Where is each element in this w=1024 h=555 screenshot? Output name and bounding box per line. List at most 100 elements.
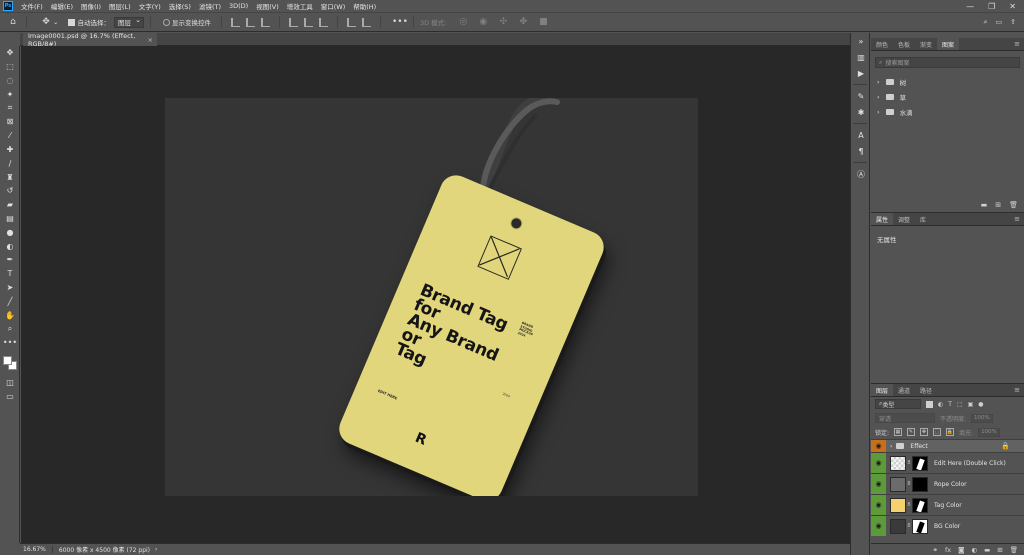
chevron-right-icon[interactable]: › bbox=[877, 78, 880, 86]
tab-patterns[interactable]: 图案 bbox=[937, 38, 960, 50]
opacity-input[interactable]: 100% bbox=[971, 413, 994, 423]
3d-scale-icon[interactable]: ■ bbox=[536, 15, 550, 29]
pattern-group-grass[interactable]: › 草 bbox=[871, 89, 1024, 104]
search-icon[interactable]: ⌕ bbox=[984, 18, 988, 27]
tab-libraries[interactable]: 库 bbox=[915, 213, 931, 225]
artboard[interactable]: BRAND STUDIO MOCKUP 2024 Brand Tag for A… bbox=[165, 98, 698, 496]
3d-roll-icon[interactable]: ◉ bbox=[476, 15, 490, 29]
filter-pixel-icon[interactable] bbox=[926, 400, 933, 408]
auto-select-dropdown[interactable]: 图层 bbox=[113, 16, 144, 28]
pattern-group-tree[interactable]: › 树 bbox=[871, 74, 1024, 89]
layer-mask-thumbnail[interactable] bbox=[912, 497, 928, 513]
layer-mask-thumbnail[interactable] bbox=[912, 455, 928, 471]
visibility-eye-icon[interactable]: ◉ bbox=[871, 495, 886, 515]
delete-layer-icon[interactable]: 🗑 bbox=[1010, 546, 1018, 554]
distribute-vertical-icon[interactable] bbox=[361, 17, 371, 27]
visibility-eye-icon[interactable]: ◉ bbox=[871, 516, 886, 536]
document-tab[interactable]: Image0001.psd @ 16.7% (Effect, RGB/8#) × bbox=[23, 32, 157, 48]
layer-row[interactable]: ◉ 8 Edit Here (Double Click) bbox=[871, 452, 1024, 473]
chevron-right-icon[interactable]: › bbox=[877, 108, 880, 116]
align-right-icon[interactable] bbox=[260, 17, 270, 27]
tab-swatches[interactable]: 色板 bbox=[893, 38, 915, 50]
align-middle-v-icon[interactable] bbox=[303, 17, 313, 27]
quick-mask-icon[interactable]: ◫ bbox=[0, 376, 20, 390]
gradient-tool-icon[interactable]: ▤ bbox=[0, 212, 20, 226]
canvas-workspace[interactable]: BRAND STUDIO MOCKUP 2024 Brand Tag for A… bbox=[21, 46, 850, 543]
glyphs-panel-icon[interactable]: Ⓐ bbox=[851, 166, 871, 182]
filter-toggle-icon[interactable]: ● bbox=[978, 401, 983, 408]
close-window-button[interactable]: ✕ bbox=[1009, 2, 1016, 11]
menu-layer[interactable]: 图层(L) bbox=[105, 1, 135, 11]
layer-filter-dropdown[interactable]: ⌕ 类型 bbox=[875, 399, 921, 409]
menu-select[interactable]: 选择(S) bbox=[165, 1, 195, 11]
panel-menu-icon[interactable]: ≡ bbox=[1014, 384, 1024, 396]
lock-position-icon[interactable]: ✥ bbox=[920, 428, 929, 436]
share-icon[interactable]: ⇪ bbox=[1010, 18, 1016, 26]
tab-properties[interactable]: 属性 bbox=[871, 213, 894, 225]
lasso-tool-icon[interactable]: ◌ bbox=[0, 74, 20, 88]
character-panel-icon[interactable]: A bbox=[851, 127, 871, 143]
patterns-search-input[interactable]: ⌕ 搜索图案 bbox=[875, 57, 1020, 68]
marquee-tool-icon[interactable]: ⬚ bbox=[0, 60, 20, 74]
layer-mask-thumbnail[interactable] bbox=[912, 476, 928, 492]
menu-3d[interactable]: 3D(D) bbox=[225, 2, 252, 10]
workspace-icon[interactable]: ▭ bbox=[996, 18, 1003, 26]
add-mask-icon[interactable]: ◙ bbox=[958, 546, 964, 554]
minimize-button[interactable]: — bbox=[966, 2, 974, 11]
dodge-tool-icon[interactable]: ◐ bbox=[0, 239, 20, 253]
brush-tool-icon[interactable]: ∕ bbox=[0, 156, 20, 170]
show-transform-checkbox[interactable] bbox=[162, 18, 170, 26]
color-swatches[interactable] bbox=[0, 350, 20, 376]
lock-transparent-icon[interactable]: ▦ bbox=[894, 428, 903, 436]
align-bottom-icon[interactable] bbox=[318, 17, 328, 27]
lock-artboard-icon[interactable]: ⬚ bbox=[933, 428, 942, 436]
menu-help[interactable]: 帮助(H) bbox=[349, 1, 380, 11]
close-tab-icon[interactable]: × bbox=[148, 36, 153, 44]
pattern-group-waterdrops[interactable]: › 水滴 bbox=[871, 104, 1024, 119]
filter-type-icon[interactable]: T bbox=[948, 401, 952, 408]
tab-gradients[interactable]: 渐变 bbox=[915, 38, 937, 50]
menu-window[interactable]: 窗口(W) bbox=[317, 1, 350, 11]
3d-orbit-icon[interactable]: ◎ bbox=[456, 15, 470, 29]
delete-icon[interactable]: 🗑 bbox=[1009, 201, 1018, 209]
menu-file[interactable]: 文件(F) bbox=[17, 1, 47, 11]
auto-select-checkbox[interactable] bbox=[68, 18, 76, 26]
move-tool-dropdown-icon[interactable]: ⌄ bbox=[53, 18, 58, 26]
link-layers-icon[interactable]: ⚭ bbox=[933, 546, 938, 554]
fill-input[interactable]: 100% bbox=[978, 427, 1001, 437]
history-panel-icon[interactable]: ▥ bbox=[851, 49, 871, 65]
line-tool-icon[interactable]: ╱ bbox=[0, 294, 20, 308]
menu-type[interactable]: 文字(Y) bbox=[135, 1, 165, 11]
layer-style-icon[interactable]: fx bbox=[945, 546, 951, 554]
lock-all-icon[interactable]: 🔒 bbox=[946, 428, 955, 436]
3d-slide-icon[interactable]: ✤ bbox=[516, 15, 530, 29]
history-brush-tool-icon[interactable]: ↺ bbox=[0, 184, 20, 198]
menu-plugins[interactable]: 增效工具 bbox=[283, 1, 317, 11]
align-left-icon[interactable] bbox=[230, 17, 240, 27]
filter-smart-object-icon[interactable]: ▣ bbox=[968, 401, 974, 408]
blur-tool-icon[interactable]: ● bbox=[0, 225, 20, 239]
lock-pixels-icon[interactable]: ✎ bbox=[907, 428, 916, 436]
panel-menu-icon[interactable]: ≡ bbox=[1014, 38, 1024, 50]
blend-mode-dropdown[interactable]: 穿透 bbox=[875, 413, 935, 423]
tab-adjustments[interactable]: 调整 bbox=[893, 213, 915, 225]
actions-panel-icon[interactable]: ▶ bbox=[851, 65, 871, 81]
eraser-tool-icon[interactable]: ▰ bbox=[0, 198, 20, 212]
menu-view[interactable]: 视图(V) bbox=[252, 1, 283, 11]
new-adjustment-icon[interactable]: ◐ bbox=[971, 546, 977, 554]
layer-row[interactable]: ◉ 8 BG Color bbox=[871, 515, 1024, 536]
menu-edit[interactable]: 编辑(E) bbox=[47, 1, 77, 11]
crop-tool-icon[interactable]: ⌗ bbox=[0, 101, 20, 115]
frame-tool-icon[interactable]: ⊠ bbox=[0, 115, 20, 129]
move-tool-icon[interactable]: ✥ bbox=[0, 46, 20, 60]
panel-menu-icon[interactable]: ≡ bbox=[1014, 213, 1024, 225]
3d-pan-icon[interactable]: ✣ bbox=[496, 15, 510, 29]
new-group-icon[interactable]: ▬ bbox=[984, 546, 990, 554]
status-menu-icon[interactable]: › bbox=[155, 546, 157, 553]
tab-color[interactable]: 颜色 bbox=[871, 38, 893, 50]
layer-row[interactable]: ◉ 8 Tag Color bbox=[871, 494, 1024, 515]
collapse-panels-icon[interactable]: » bbox=[851, 33, 871, 49]
layer-row[interactable]: ◉ 8 Rope Color bbox=[871, 473, 1024, 494]
healing-brush-tool-icon[interactable]: ✚ bbox=[0, 143, 20, 157]
new-group-icon[interactable]: ▬ bbox=[981, 201, 988, 209]
